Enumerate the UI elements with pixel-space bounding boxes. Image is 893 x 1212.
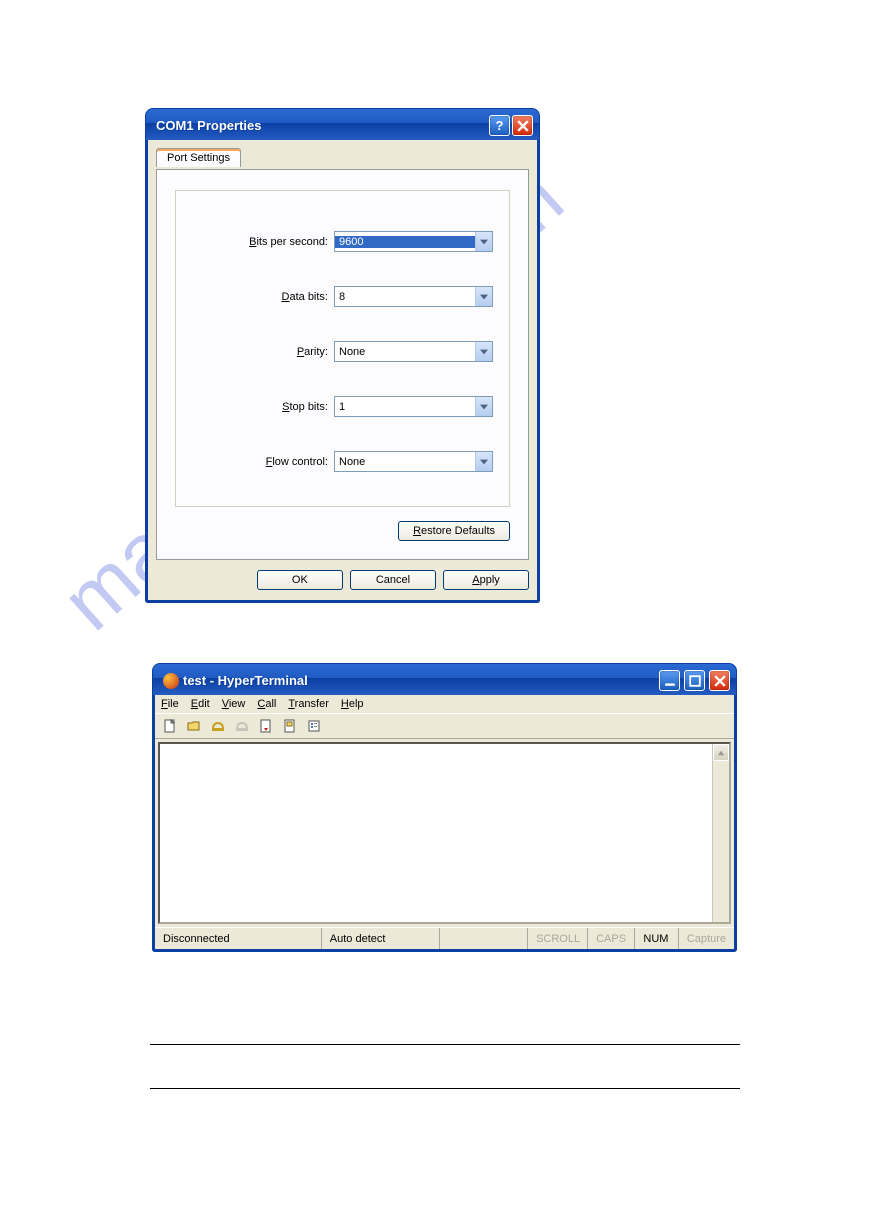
status-detect: Auto detect	[322, 928, 440, 949]
connect-icon[interactable]	[209, 717, 227, 735]
menu-view[interactable]: View	[222, 698, 246, 710]
status-num: NUM	[635, 928, 678, 949]
window-body: File Edit View Call Transfer Help Discon…	[152, 695, 737, 952]
settings-group: Bits per second: 9600 Data bits: 8 Parit…	[175, 190, 510, 507]
tab-panel: Bits per second: 9600 Data bits: 8 Parit…	[156, 169, 529, 560]
label-stop-bits: Stop bits:	[192, 401, 334, 413]
apply-button[interactable]: Apply	[443, 570, 529, 590]
label-flow-control: Flow control:	[192, 456, 334, 468]
label-parity: Parity:	[192, 346, 334, 358]
menu-file[interactable]: File	[161, 698, 179, 710]
close-button[interactable]	[709, 670, 730, 691]
com1-properties-dialog: COM1 Properties ? Port Settings Bits per…	[145, 108, 540, 603]
combo-value: 9600	[335, 236, 475, 248]
combo-value: 8	[335, 291, 475, 303]
disconnect-icon[interactable]	[233, 717, 251, 735]
status-connection: Disconnected	[155, 928, 322, 949]
combo-bits-per-second[interactable]: 9600	[334, 231, 493, 252]
chevron-down-icon[interactable]	[475, 232, 492, 251]
restore-row: Restore Defaults	[175, 521, 510, 541]
chevron-down-icon[interactable]	[475, 287, 492, 306]
close-button[interactable]	[512, 115, 533, 136]
new-icon[interactable]	[161, 717, 179, 735]
receive-icon[interactable]	[281, 717, 299, 735]
status-caps: CAPS	[588, 928, 635, 949]
status-capture: Capture	[679, 928, 734, 949]
menu-help[interactable]: Help	[341, 698, 364, 710]
dialog-button-row: OK Cancel Apply	[156, 570, 529, 590]
horizontal-rule	[150, 1088, 740, 1089]
menu-transfer[interactable]: Transfer	[288, 698, 329, 710]
help-button[interactable]: ?	[489, 115, 510, 136]
properties-icon[interactable]	[305, 717, 323, 735]
dialog-title: COM1 Properties	[156, 118, 487, 133]
combo-data-bits[interactable]: 8	[334, 286, 493, 307]
menubar: File Edit View Call Transfer Help	[155, 695, 734, 714]
window-buttons	[657, 670, 730, 691]
scrollbar-vertical[interactable]	[712, 744, 729, 922]
restore-defaults-button[interactable]: Restore Defaults	[398, 521, 510, 541]
tabstrip: Port Settings	[156, 148, 529, 170]
label-bits-per-second: Bits per second:	[192, 236, 334, 248]
combo-value: 1	[335, 401, 475, 413]
ok-button[interactable]: OK	[257, 570, 343, 590]
combo-flow-control[interactable]: None	[334, 451, 493, 472]
menu-edit[interactable]: Edit	[191, 698, 210, 710]
send-icon[interactable]	[257, 717, 275, 735]
combo-stop-bits[interactable]: 1	[334, 396, 493, 417]
terminal-area[interactable]	[158, 742, 731, 924]
chevron-down-icon[interactable]	[475, 452, 492, 471]
label-data-bits: Data bits:	[192, 291, 334, 303]
combo-parity[interactable]: None	[334, 341, 493, 362]
row-parity: Parity: None	[192, 341, 493, 362]
status-spacer	[440, 928, 528, 949]
dialog-body: Port Settings Bits per second: 9600 Data…	[145, 140, 540, 603]
toolbar	[155, 714, 734, 739]
maximize-button[interactable]	[684, 670, 705, 691]
minimize-button[interactable]	[659, 670, 680, 691]
status-scroll: SCROLL	[528, 928, 588, 949]
row-bits-per-second: Bits per second: 9600	[192, 231, 493, 252]
row-stop-bits: Stop bits: 1	[192, 396, 493, 417]
cancel-button[interactable]: Cancel	[350, 570, 436, 590]
chevron-down-icon[interactable]	[475, 397, 492, 416]
tab-port-settings[interactable]: Port Settings	[156, 148, 241, 167]
titlebar[interactable]: COM1 Properties ?	[145, 108, 540, 140]
statusbar: Disconnected Auto detect SCROLL CAPS NUM…	[155, 927, 734, 949]
open-icon[interactable]	[185, 717, 203, 735]
horizontal-rule	[150, 1044, 740, 1045]
row-data-bits: Data bits: 8	[192, 286, 493, 307]
titlebar[interactable]: test - HyperTerminal	[152, 663, 737, 695]
combo-value: None	[335, 456, 475, 468]
scroll-up-icon[interactable]	[713, 744, 729, 761]
window-title: test - HyperTerminal	[183, 673, 657, 688]
chevron-down-icon[interactable]	[475, 342, 492, 361]
menu-call[interactable]: Call	[257, 698, 276, 710]
hyperterminal-window: test - HyperTerminal File Edit View Call…	[152, 663, 737, 952]
hyperterminal-icon	[163, 673, 179, 689]
combo-value: None	[335, 346, 475, 358]
row-flow-control: Flow control: None	[192, 451, 493, 472]
